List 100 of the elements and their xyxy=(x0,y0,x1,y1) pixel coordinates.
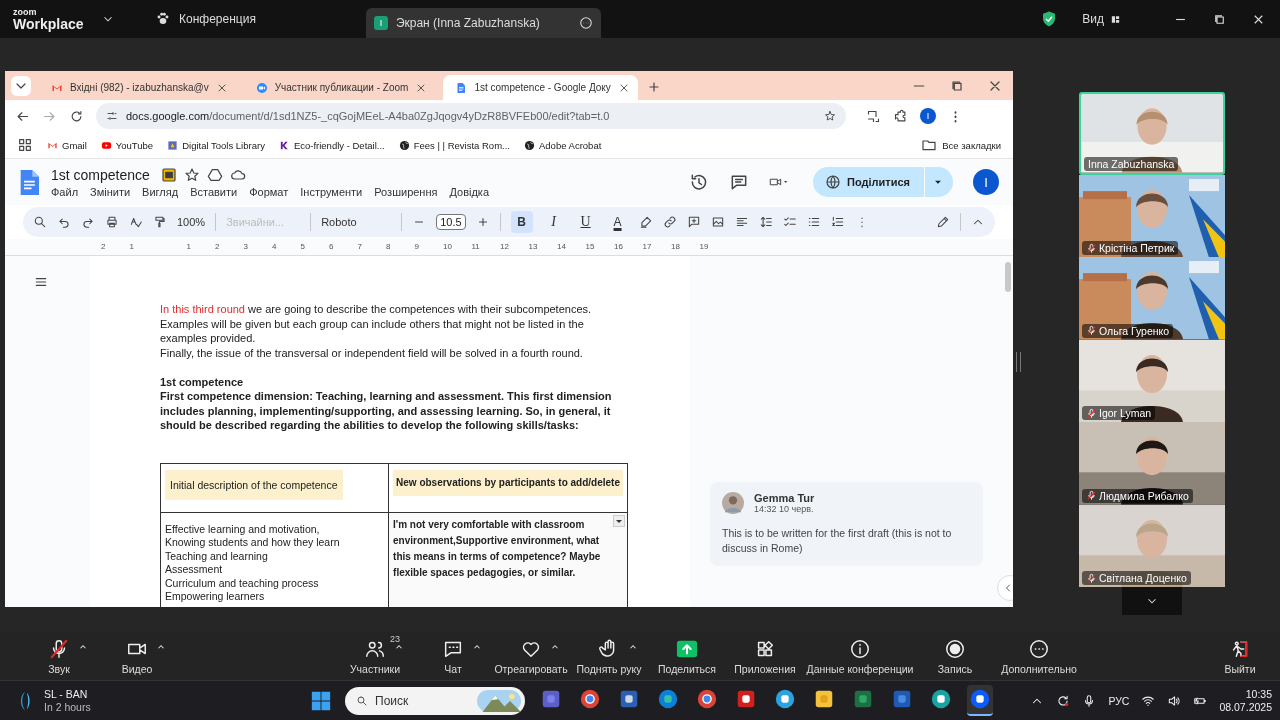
taskbar-button[interactable] xyxy=(967,685,993,716)
language-indicator[interactable]: РУС xyxy=(1108,694,1130,707)
menu-item[interactable]: Формат xyxy=(249,185,289,198)
participant-video[interactable]: Inna Zabuzhanska xyxy=(1079,92,1225,175)
scrollbar-thumb[interactable] xyxy=(1005,262,1011,292)
paint-format-icon[interactable] xyxy=(153,215,167,229)
library-icon xyxy=(167,139,179,151)
comment-time: 14:32 10 черв. xyxy=(754,504,815,514)
checklist-icon[interactable] xyxy=(782,215,797,229)
bookmark[interactable]: Gmail xyxy=(47,139,87,151)
table-header: Initial description of the competence xyxy=(165,469,343,500)
screen-share-tab[interactable]: I Экран (Inna Zabuzhanska) xyxy=(365,8,601,38)
browser-tab[interactable]: Участник публикации - Zoom xyxy=(243,75,436,100)
participant-video[interactable]: Світлана Доценко xyxy=(1079,504,1225,587)
share-button[interactable]: Поділитися xyxy=(813,167,953,197)
apps-grid-icon[interactable] xyxy=(17,137,33,153)
restore-icon[interactable] xyxy=(949,78,965,94)
line-spacing-icon[interactable] xyxy=(758,215,773,229)
sync-icon[interactable] xyxy=(1056,693,1071,708)
print-icon[interactable] xyxy=(105,215,119,229)
move-icon[interactable] xyxy=(160,166,177,183)
font-size-field[interactable]: 10.5 xyxy=(436,214,466,230)
windows-start-icon[interactable] xyxy=(310,689,332,712)
clock[interactable]: 10:35 08.07.2025 xyxy=(1219,687,1272,714)
bulleted-list-icon[interactable] xyxy=(806,215,821,229)
menu-item[interactable]: Файл xyxy=(51,185,79,198)
docs-logo-icon[interactable] xyxy=(19,169,39,195)
name-text: Ольга Гуренко xyxy=(1099,324,1170,337)
address-bar[interactable]: docs.google.com/document/d/1sd1NZ5-_cqGojMEeL-A4ba0ZgJqogv4yDzR8BVFEb00/edit?tab=t.0 xyxy=(96,103,846,129)
puzzle-icon[interactable] xyxy=(893,108,908,124)
site-settings-icon[interactable] xyxy=(106,110,118,122)
heart-button[interactable]: Отреагировать xyxy=(492,637,570,675)
image-icon[interactable] xyxy=(710,215,725,229)
chat-button[interactable]: Чат xyxy=(414,637,492,675)
participant-video[interactable]: Людмила Рибалко xyxy=(1079,422,1225,505)
microphone-button[interactable]: Звук xyxy=(20,637,98,675)
align-left-icon[interactable] xyxy=(734,215,749,229)
document-title[interactable]: 1st competence xyxy=(51,166,150,183)
bookmark-label: Gmail xyxy=(62,139,87,151)
speaker-icon[interactable] xyxy=(1167,693,1182,708)
star-icon[interactable] xyxy=(824,110,836,122)
more-button[interactable]: Дополнительно xyxy=(994,637,1084,675)
search-icon xyxy=(356,694,368,707)
weather-widget[interactable]: SL - BAN In 2 hours xyxy=(14,687,310,714)
table-cell-text: I'm not very comfortable with classroom environment,Supportive environment, what this means in terms of competence? Maybe flexible spaces pedagogies, or similar. xyxy=(393,517,602,580)
share-screen-button[interactable]: Поделиться xyxy=(648,637,726,675)
format-button[interactable]: B xyxy=(510,211,533,233)
participant-video[interactable]: Крістіна Петрик xyxy=(1079,174,1225,257)
format-button[interactable]: A xyxy=(606,211,629,233)
comment-author: Gemma Tur xyxy=(754,492,815,504)
name-text: Людмила Рибалко xyxy=(1099,489,1189,502)
comment-card[interactable]: Gemma Tur 14:32 10 черв. This is to be written for the first draft (this is not to discuss in Rome) xyxy=(710,482,983,566)
star-icon[interactable] xyxy=(183,166,200,183)
format-button[interactable]: I xyxy=(542,211,565,233)
zoom-dropdown[interactable]: 100% xyxy=(177,216,206,228)
numbered-list-icon[interactable] xyxy=(830,215,845,229)
reload-icon[interactable] xyxy=(69,108,84,124)
bookmark[interactable]: YouTube xyxy=(100,139,154,151)
video-camera-button[interactable]: Видео xyxy=(98,637,176,675)
info-button[interactable]: Данные конференции xyxy=(804,637,916,675)
redo-icon[interactable] xyxy=(81,215,95,229)
font-dropdown[interactable]: Roboto xyxy=(321,216,392,228)
menu-item[interactable]: Розширення xyxy=(374,185,438,198)
dropdown-icon[interactable] xyxy=(613,514,625,527)
all-bookmarks[interactable]: Все закладки xyxy=(921,137,1001,153)
crop-icon[interactable] xyxy=(866,108,881,124)
search-icon[interactable] xyxy=(33,215,47,229)
menu-item[interactable]: Вигляд xyxy=(142,185,179,198)
hand-button[interactable]: Поднять руку xyxy=(570,637,648,675)
bookmark-label: Adobe Acrobat xyxy=(539,139,602,151)
profile-avatar[interactable]: I xyxy=(973,169,999,195)
undo-icon[interactable] xyxy=(57,215,71,229)
more-icon[interactable] xyxy=(578,16,593,30)
menu-item[interactable]: Довідка xyxy=(449,185,490,198)
ruler[interactable]: 2 1 1 2 3 4 5 6 7 8 9 10 11 12 13 14 15 16 17 18 19 xyxy=(5,239,1013,256)
apps-button[interactable]: Приложения xyxy=(726,637,804,675)
table-cell-line: Teaching and learning xyxy=(165,549,269,564)
add-comment-icon[interactable] xyxy=(686,215,701,229)
zoom-logo: zoom Workplace xyxy=(13,7,85,31)
browser-tab[interactable]: Вхідні (982) - izabuzhanska@v xyxy=(39,75,236,100)
browser-tab[interactable]: 1st competence - Google Доку xyxy=(443,75,638,100)
resize-handle[interactable] xyxy=(1016,352,1021,372)
pencil-icon[interactable] xyxy=(936,215,950,229)
profile-avatar[interactable]: I xyxy=(920,108,936,124)
participant-video[interactable]: Ольга Гуренко xyxy=(1079,257,1225,340)
table-cell-line: Knowing students and how they learn xyxy=(165,536,341,550)
view-button[interactable]: Вид xyxy=(1076,11,1127,27)
menu-item[interactable]: Вставити xyxy=(190,185,238,198)
exit-button[interactable]: Выйти xyxy=(1210,637,1270,675)
bookmark[interactable]: Adobe Acrobat xyxy=(524,139,602,151)
record-button[interactable]: Запись xyxy=(916,637,994,675)
participant-video[interactable]: Igor Lyman xyxy=(1079,339,1225,422)
highlighter-icon[interactable] xyxy=(638,215,653,229)
link-icon[interactable] xyxy=(662,215,677,229)
menu-item[interactable]: Змінити xyxy=(90,185,131,198)
menu-item[interactable]: Інструменти xyxy=(300,185,363,198)
bookmark[interactable]: Digital Tools Library xyxy=(167,139,265,151)
meeting-tab[interactable]: Конференция xyxy=(145,4,266,34)
format-button[interactable]: U xyxy=(574,211,597,233)
spellcheck-icon[interactable] xyxy=(129,215,143,229)
